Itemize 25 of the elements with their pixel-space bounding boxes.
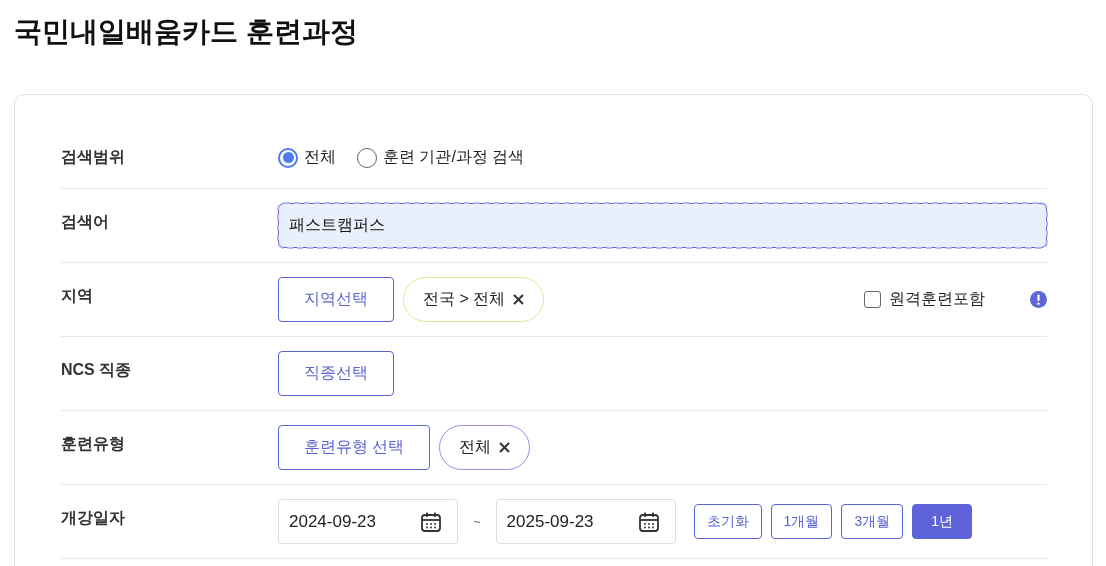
chip-label: 전체 [459,437,492,457]
range-separator: ~ [473,514,481,529]
search-field[interactable]: 패스트캠퍼스 [278,203,1047,248]
radio-option[interactable]: 전체 [278,147,336,168]
radio-option[interactable]: 훈련 기관/과정 검색 [357,147,525,168]
field-label: 지역 [61,286,94,306]
field-label: 검색범위 [61,147,126,167]
select-button[interactable]: 직종선택 [278,351,394,396]
filter-chip[interactable]: 전국 > 전체 [403,277,545,322]
period-button[interactable]: 1개월 [770,504,833,539]
field-label: NCS 직종 [61,360,133,380]
period-button[interactable]: 3개월 [841,504,904,539]
period-button[interactable]: 초기화 [693,504,762,539]
field-label: 개강일자 [61,508,126,528]
field-label: 검색어 [61,212,110,232]
page-title: 국민내일배움카드 훈련과정 [13,15,358,49]
period-button[interactable]: 1년 [912,504,972,539]
select-button[interactable]: 훈련유형 선택 [278,425,431,470]
checkbox-label[interactable]: 원격훈련포함 [864,289,985,310]
field-label: 훈련유형 [61,434,126,454]
date-field[interactable]: 2025-09-23 [495,499,676,544]
chip-label: 전국 > 전체 [423,289,506,309]
filter-chip[interactable]: 전체 [439,425,531,470]
date-field[interactable]: 2024-09-23 [278,499,458,544]
select-button[interactable]: 지역선택 [278,277,394,322]
